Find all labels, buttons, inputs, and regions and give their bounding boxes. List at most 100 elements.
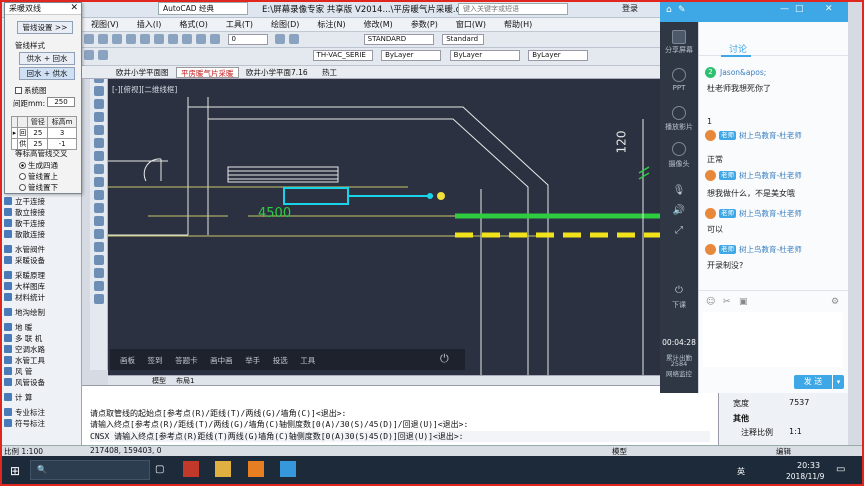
extend-icon[interactable] xyxy=(94,216,104,226)
left-menu-item[interactable]: 水管工具 xyxy=(4,356,45,366)
move-icon[interactable] xyxy=(94,138,104,148)
system-checkbox[interactable]: 系统图 xyxy=(15,85,47,96)
properties-icon[interactable] xyxy=(196,34,206,44)
menu-view[interactable]: 视图(V) xyxy=(82,18,128,31)
explorer-icon[interactable] xyxy=(215,461,231,477)
ppt-button[interactable]: PPT xyxy=(660,84,698,92)
polyline-icon[interactable] xyxy=(94,86,104,96)
pin-icon[interactable]: ✎ xyxy=(678,5,686,15)
left-menu-item[interactable]: 符号标注 xyxy=(4,419,45,429)
offset-icon[interactable] xyxy=(94,190,104,200)
save-icon[interactable] xyxy=(112,34,122,44)
color-combo[interactable]: ByLayer xyxy=(381,49,442,61)
left-menu-item[interactable]: 散散连接 xyxy=(4,230,45,240)
left-menu-item[interactable]: 大样图库 xyxy=(4,282,45,292)
radio-pipe-up[interactable]: 管线置上 xyxy=(19,171,58,182)
array-icon[interactable] xyxy=(94,281,104,291)
rect-icon[interactable] xyxy=(94,125,104,135)
autocad-icon[interactable] xyxy=(183,461,199,477)
left-menu-item[interactable]: 风 管 xyxy=(4,367,32,377)
spacing-input[interactable]: 250 xyxy=(47,97,75,107)
close-icon[interactable]: ✕ xyxy=(825,4,833,14)
login-link[interactable]: 登录 xyxy=(622,3,638,14)
left-menu-item[interactable]: 水管阀件 xyxy=(4,245,45,255)
menu-modify[interactable]: 修改(M) xyxy=(355,18,402,31)
left-menu-item[interactable]: 材料统计 xyxy=(4,293,45,303)
doc-tab-active[interactable]: 平房暖气片采暖 xyxy=(176,67,239,78)
return-supply-button[interactable]: 回水 + 供水 xyxy=(19,67,75,80)
scale-value[interactable]: 1:1 xyxy=(789,427,802,436)
share-screen-icon[interactable] xyxy=(672,30,686,44)
close-icon[interactable]: ✕ xyxy=(70,3,78,13)
chat-input[interactable] xyxy=(703,312,843,367)
play-video-button[interactable]: 播放影片 xyxy=(660,122,698,132)
linetype-combo[interactable]: ByLayer xyxy=(449,49,520,61)
settings-icon[interactable]: ⚙ xyxy=(831,297,839,307)
layer-combo[interactable]: 0 xyxy=(227,33,268,45)
left-menu-item[interactable]: 散干连接 xyxy=(4,219,45,229)
menu-insert[interactable]: 插入(I) xyxy=(128,18,171,31)
discussion-tab[interactable]: 讨论 xyxy=(729,42,747,55)
table-row[interactable]: ▸ 回 25 3 xyxy=(11,127,77,139)
radio-four-way[interactable]: 生成四通 xyxy=(19,160,58,171)
menu-params[interactable]: 参数(P) xyxy=(402,18,447,31)
left-menu-item[interactable]: 计 算 xyxy=(4,393,32,403)
print-icon[interactable] xyxy=(126,34,136,44)
calc-icon[interactable] xyxy=(289,34,300,44)
power-icon[interactable]: ⏻ xyxy=(440,352,449,366)
tool-raise-hand[interactable]: 举手 xyxy=(245,355,260,366)
viewport-label[interactable]: [-][俯视][二维线框] xyxy=(112,84,177,95)
app-icon[interactable] xyxy=(280,461,296,477)
task-view-icon[interactable]: ▢ xyxy=(155,464,164,475)
left-menu-item[interactable]: 风管设备 xyxy=(4,378,45,388)
expand-icon[interactable]: ⤢ xyxy=(660,225,698,236)
ppt-icon[interactable] xyxy=(672,68,686,82)
left-menu-item[interactable]: 采暖设备 xyxy=(4,256,45,266)
speaker-icon[interactable]: 🔊 xyxy=(660,205,698,216)
match-icon[interactable] xyxy=(275,34,286,44)
tool-vote[interactable]: 投选 xyxy=(273,355,288,366)
fillet-icon[interactable] xyxy=(94,229,104,239)
doc-tab[interactable]: 欧井小学平面7.16 xyxy=(242,67,312,78)
tool-whiteboard[interactable]: 画板 xyxy=(120,355,135,366)
menu-dimension[interactable]: 标注(N) xyxy=(308,18,354,31)
minimize-icon[interactable]: — xyxy=(780,4,789,14)
text-icon[interactable] xyxy=(94,255,104,265)
home-icon[interactable]: ⌂ xyxy=(666,5,672,15)
class-end-icon[interactable]: ⏻ xyxy=(660,285,698,296)
workspace-combo[interactable]: AutoCAD 经典 xyxy=(158,2,248,15)
left-menu-item[interactable]: 地沟绘制 xyxy=(4,308,45,318)
mirror-icon[interactable] xyxy=(94,177,104,187)
tool-pip[interactable]: 画中画 xyxy=(210,355,233,366)
recorder-icon[interactable] xyxy=(248,461,264,477)
text-style-combo[interactable]: STANDARD xyxy=(363,33,434,45)
copy-icon[interactable] xyxy=(94,151,104,161)
share-screen[interactable]: 分享屏幕 xyxy=(660,45,698,55)
camera-button[interactable]: 摄像头 xyxy=(660,159,698,169)
layer-state-icon[interactable] xyxy=(98,50,108,60)
zoom-icon[interactable] xyxy=(182,34,192,44)
open-icon[interactable] xyxy=(98,34,108,44)
scale-icon[interactable] xyxy=(94,268,104,278)
new-icon[interactable] xyxy=(84,34,94,44)
width-value[interactable]: 7537 xyxy=(789,398,809,407)
send-button[interactable]: 发 送 xyxy=(794,375,832,389)
menu-help[interactable]: 帮助(H) xyxy=(495,18,541,31)
ime-lang[interactable]: 英 xyxy=(737,466,745,477)
tool-answer-card[interactable]: 答题卡 xyxy=(175,355,198,366)
menu-window[interactable]: 窗口(W) xyxy=(447,18,495,31)
search-input[interactable]: 键入关键字或短语 xyxy=(458,3,568,15)
layer-props-icon[interactable] xyxy=(84,50,94,60)
menu-draw[interactable]: 绘图(D) xyxy=(262,18,308,31)
supply-return-button[interactable]: 供水 + 回水 xyxy=(19,52,75,65)
trim-icon[interactable] xyxy=(94,203,104,213)
camera-icon[interactable] xyxy=(672,142,686,156)
clock-date[interactable]: 2018/11/9 xyxy=(786,472,824,481)
doc-tab[interactable]: 热工 xyxy=(318,67,341,78)
class-end-button[interactable]: 下课 xyxy=(660,300,698,310)
left-menu-item[interactable]: 地 暖 xyxy=(4,323,32,333)
left-menu-item[interactable]: 专业标注 xyxy=(4,408,45,418)
left-menu-item[interactable]: 空调水路 xyxy=(4,345,45,355)
command-input[interactable]: CNSX 请输入终点[参考点(R)距线(T)两线(G)墙角(C)轴侧度数[0(A… xyxy=(90,431,710,442)
emoji-icon[interactable]: ☺ xyxy=(706,297,715,307)
